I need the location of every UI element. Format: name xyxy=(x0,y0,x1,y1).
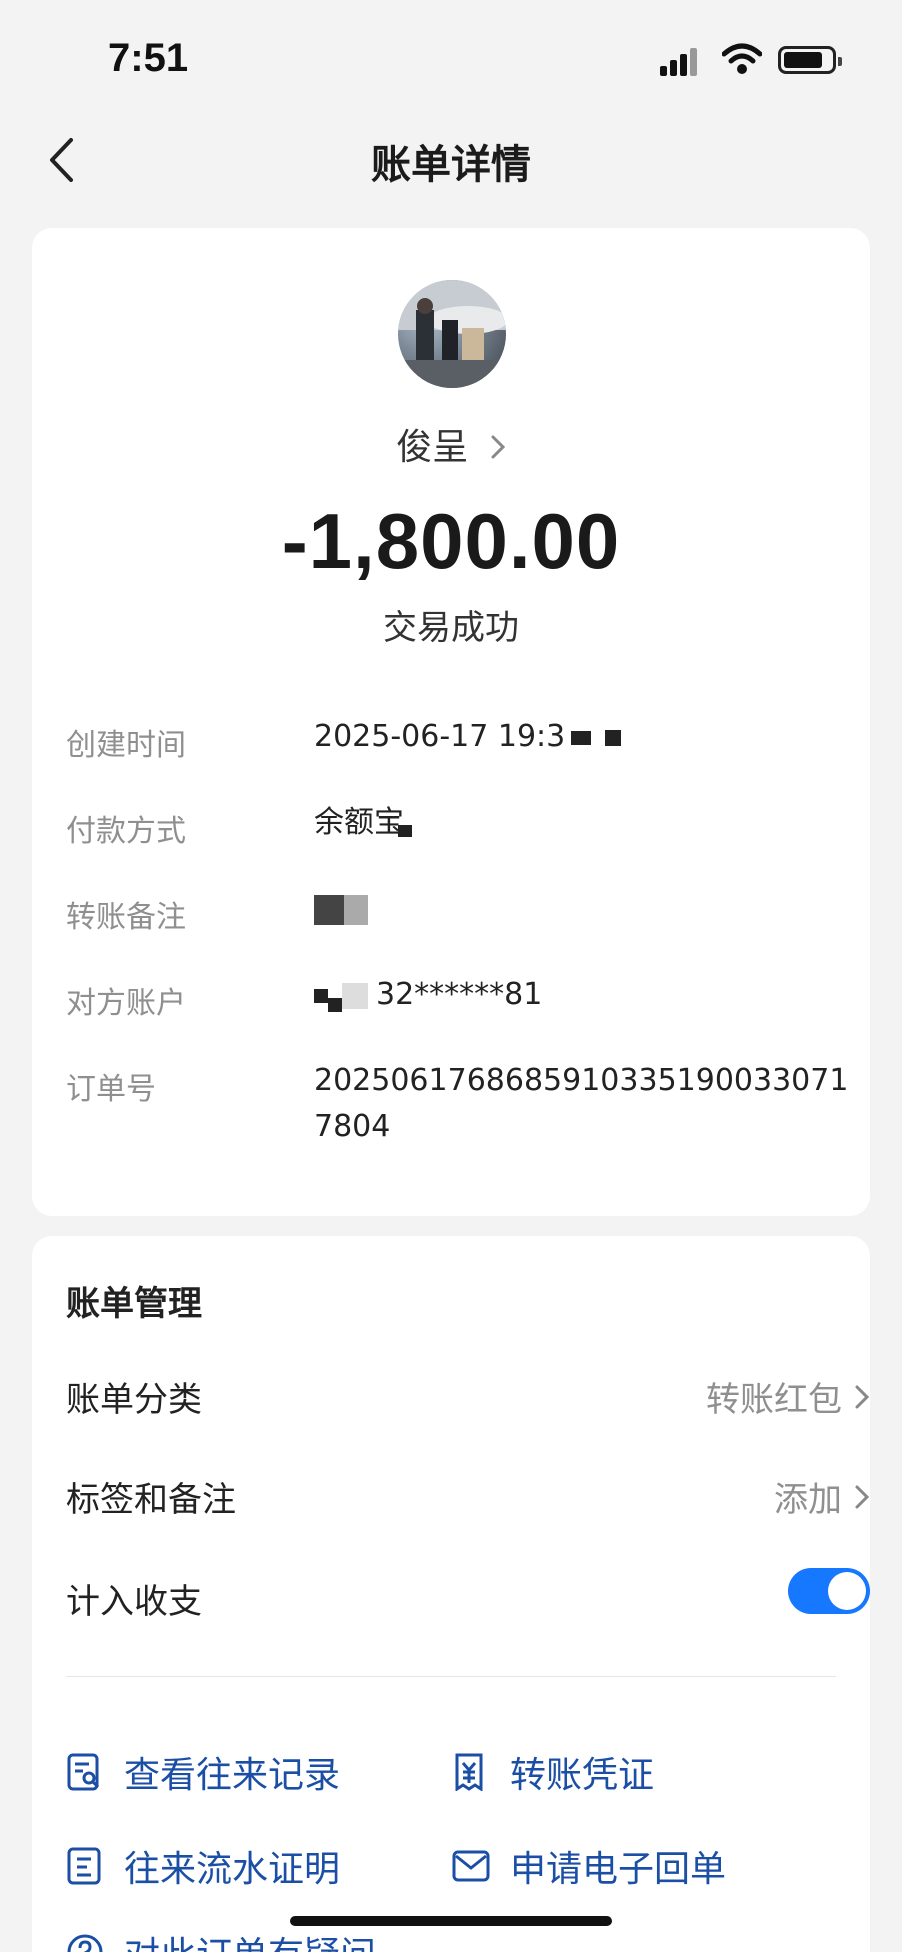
detail-label: 付款方式 xyxy=(66,814,186,849)
transaction-status: 交易成功 xyxy=(383,608,519,648)
divider xyxy=(66,1676,836,1677)
chevron-right-icon xyxy=(490,429,506,470)
nav-bar: 账单详情 xyxy=(0,110,902,210)
document-icon xyxy=(66,1847,104,1885)
status-time: 7:51 xyxy=(108,36,189,80)
view-history-link[interactable]: 查看往来记录 xyxy=(66,1746,340,1798)
redaction-mask xyxy=(398,824,412,837)
link-label: 对此订单有疑问 xyxy=(124,1926,376,1952)
chevron-right-icon xyxy=(855,1485,870,1508)
redaction-mask xyxy=(342,982,368,1009)
redaction-mask xyxy=(605,729,622,746)
status-bar: 7:51 xyxy=(0,0,902,110)
detail-label: 转账备注 xyxy=(66,900,186,935)
payee-name-row[interactable]: 俊呈 xyxy=(32,418,870,470)
detail-value xyxy=(314,886,874,932)
account-value: 32******81 xyxy=(376,977,543,1012)
page-title: 账单详情 xyxy=(371,142,531,188)
cellular-signal-icon xyxy=(660,46,704,76)
created-time-value: 2025-06-17 19:3 xyxy=(314,719,566,754)
wifi-icon xyxy=(722,43,762,74)
category-value: 转账红包 xyxy=(706,1380,842,1420)
include-toggle[interactable] xyxy=(788,1568,870,1614)
section-title: 账单管理 xyxy=(66,1284,202,1324)
transfer-voucher-link[interactable]: 转账凭证 xyxy=(452,1746,654,1798)
record-icon xyxy=(66,1753,104,1791)
transaction-card: 俊呈 -1,800.00 交易成功 创建时间 2025-06-17 19:3 付… xyxy=(32,228,870,1216)
question-icon xyxy=(66,1933,104,1952)
avatar[interactable] xyxy=(398,280,506,388)
toggle-knob xyxy=(828,1572,866,1610)
detail-label: 订单号 xyxy=(66,1072,156,1107)
link-label: 往来流水证明 xyxy=(124,1849,341,1890)
payee-name: 俊呈 xyxy=(396,427,469,468)
detail-label: 创建时间 xyxy=(66,728,186,763)
bill-management-card: 账单管理 账单分类 转账红包 标签和备注 添加 计入收支 查看往来记录 转账凭证 xyxy=(32,1236,870,1952)
redaction-mask xyxy=(344,894,368,925)
tags-value: 添加 xyxy=(774,1480,842,1520)
redaction-mask xyxy=(314,988,328,1003)
statement-proof-link[interactable]: 往来流水证明 xyxy=(66,1840,340,1892)
detail-value: 2025-06-17 19:3 xyxy=(314,714,874,760)
order-question-link[interactable]: 对此订单有疑问 xyxy=(66,1926,376,1952)
battery-icon xyxy=(778,46,842,74)
redaction-mask xyxy=(571,730,592,745)
mail-icon xyxy=(452,1847,490,1885)
bill-category-row[interactable]: 账单分类 转账红包 xyxy=(66,1366,870,1426)
row-label: 账单分类 xyxy=(66,1380,202,1420)
voucher-icon xyxy=(452,1753,490,1791)
detail-label: 对方账户 xyxy=(66,986,186,1021)
row-value: 转账红包 xyxy=(706,1372,870,1421)
row-value: 添加 xyxy=(774,1472,870,1521)
row-label: 标签和备注 xyxy=(66,1480,236,1520)
home-indicator xyxy=(290,1916,612,1926)
link-label: 转账凭证 xyxy=(510,1755,655,1796)
link-label: 查看往来记录 xyxy=(124,1755,341,1796)
detail-value: 余额宝 xyxy=(314,800,874,846)
order-number-value: 2025061768685910335190033071 7804 xyxy=(314,1063,849,1144)
redaction-mask xyxy=(328,997,342,1012)
tags-notes-row[interactable]: 标签和备注 添加 xyxy=(66,1466,870,1526)
chevron-right-icon xyxy=(855,1385,870,1408)
avatar-photo-icon xyxy=(398,280,506,388)
transaction-amount: -1,800.00 xyxy=(281,497,621,585)
row-label: 计入收支 xyxy=(66,1582,202,1622)
payment-method-value: 余额宝 xyxy=(314,805,404,840)
redaction-mask xyxy=(314,894,344,925)
e-receipt-link[interactable]: 申请电子回单 xyxy=(452,1840,726,1892)
include-in-budget-row: 计入收支 xyxy=(66,1568,870,1628)
detail-value: 32******81 xyxy=(314,972,874,1018)
link-label: 申请电子回单 xyxy=(510,1849,727,1890)
